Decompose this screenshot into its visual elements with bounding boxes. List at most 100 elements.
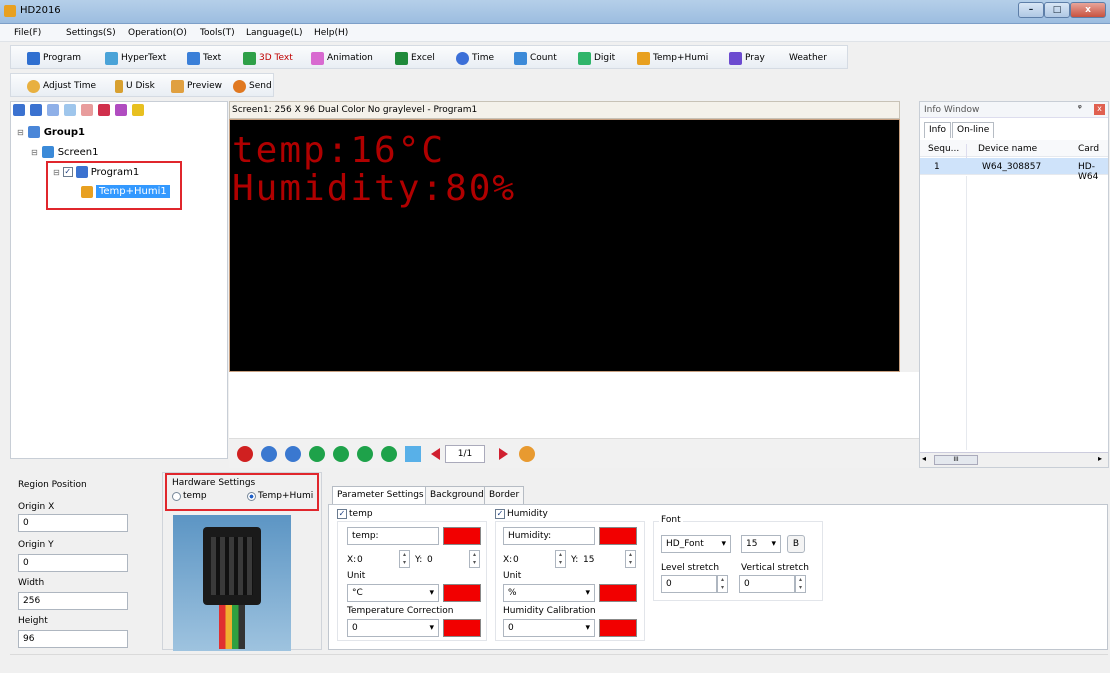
excel-button[interactable]: Excel	[395, 51, 435, 65]
arrow-right-icon[interactable]	[333, 446, 349, 462]
info-window: Info Window ᵠ x Info On-line Sequ... Dev…	[919, 101, 1109, 468]
temp-correction-select[interactable]: 0 ▾	[347, 619, 439, 637]
scroll-thumb[interactable]: III	[934, 455, 978, 465]
zoom-out-icon[interactable]	[285, 446, 301, 462]
scroll-right-icon[interactable]: ▸	[1098, 454, 1102, 463]
temp-x-spinner[interactable]: ▴ ▾	[399, 550, 410, 568]
origin-y-input[interactable]: 0	[18, 554, 128, 572]
tab-parameter-settings[interactable]: Parameter Settings	[332, 486, 429, 504]
time-button[interactable]: Time	[456, 51, 494, 65]
arrow-up-icon[interactable]	[357, 446, 373, 462]
add-group-icon[interactable]	[13, 104, 25, 116]
delete-icon[interactable]	[98, 104, 110, 116]
pause-icon[interactable]	[237, 446, 253, 462]
menu-language[interactable]: Language(L)	[246, 28, 302, 38]
arrow-left-icon[interactable]	[309, 446, 325, 462]
menu-operation[interactable]: Operation(O)	[128, 28, 187, 38]
menu-tools[interactable]: Tools(T)	[200, 28, 235, 38]
temp-y-spinner[interactable]: ▴ ▾	[469, 550, 480, 568]
humidity-x-spinner[interactable]: ▴ ▾	[555, 550, 566, 568]
temp-y-value[interactable]: 0	[427, 555, 433, 565]
prev-page-icon[interactable]	[431, 448, 440, 460]
bold-button[interactable]: B	[787, 535, 805, 553]
humidity-text-input[interactable]: Humidity:	[503, 527, 595, 545]
temp-text-color[interactable]	[443, 527, 481, 545]
level-stretch-spinner[interactable]: ▴ ▾	[717, 575, 728, 593]
temp-correction-color[interactable]	[443, 619, 481, 637]
temp-unit-select[interactable]: °C ▾	[347, 584, 439, 602]
temp-unit-color[interactable]	[443, 584, 481, 602]
move-up-icon[interactable]	[64, 104, 76, 116]
tree-program[interactable]: ⊟ ✓ Program1	[53, 166, 139, 178]
vertical-stretch-input[interactable]: 0	[739, 575, 795, 593]
origin-x-input[interactable]: 0	[18, 514, 128, 532]
sensor-wires	[219, 605, 245, 649]
animation-button[interactable]: Animation	[311, 51, 373, 65]
temp-checkbox[interactable]: ✓ temp	[337, 509, 373, 519]
check-all-icon[interactable]	[115, 104, 127, 116]
device-row[interactable]: 1 W64_308857 HD-W64	[920, 158, 1108, 182]
scroll-left-icon[interactable]: ◂	[922, 454, 926, 463]
next-page-icon[interactable]	[499, 448, 508, 460]
minimize-button[interactable]: –	[1018, 2, 1044, 18]
copy-icon[interactable]	[47, 104, 59, 116]
humidity-y-value[interactable]: 15	[583, 555, 594, 565]
u-disk-button[interactable]: U Disk	[115, 79, 155, 93]
preview-button[interactable]: Preview	[171, 79, 222, 93]
humidity-y-spinner[interactable]: ▴ ▾	[625, 550, 636, 568]
tab-info[interactable]: Info	[924, 122, 952, 138]
humidity-checkbox[interactable]: ✓ Humidity	[495, 509, 548, 519]
close-button[interactable]: x	[1070, 2, 1106, 18]
tree-screen[interactable]: ⊟ Screen1	[31, 146, 98, 158]
program-button[interactable]: Program	[27, 51, 81, 65]
hypertext-button[interactable]: HyperText	[105, 51, 166, 65]
led-preview-canvas[interactable]: temp:16°C Humidity:80%	[229, 119, 900, 372]
digit-button[interactable]: Digit	[578, 51, 615, 65]
vertical-stretch-spinner[interactable]: ▴ ▾	[795, 575, 806, 593]
close-icon[interactable]: x	[1094, 104, 1105, 115]
width-input[interactable]: 256	[18, 592, 128, 610]
move-icon[interactable]	[405, 446, 421, 462]
level-stretch-input[interactable]: 0	[661, 575, 717, 593]
tab-online[interactable]: On-line	[952, 122, 995, 138]
height-input[interactable]: 96	[18, 630, 128, 648]
adjust-time-button[interactable]: Adjust Time	[27, 79, 96, 93]
tab-background[interactable]: Background	[425, 486, 489, 504]
pin-icon[interactable]: ᵠ	[1078, 104, 1082, 114]
humidity-unit-select[interactable]: % ▾	[503, 584, 595, 602]
program-checkbox[interactable]: ✓	[62, 167, 73, 177]
arrow-down-icon[interactable]	[381, 446, 397, 462]
temp-x-value[interactable]: 0	[357, 555, 363, 565]
tab-border[interactable]: Border	[484, 486, 525, 504]
temp-humi-button[interactable]: Temp+Humi	[637, 51, 708, 65]
humidity-unit-color[interactable]	[599, 584, 637, 602]
send-button[interactable]: Send	[233, 79, 272, 93]
humidity-x-value[interactable]: 0	[513, 555, 519, 565]
menu-file[interactable]: File(F)	[14, 28, 41, 38]
3d-text-button[interactable]: 3D Text	[243, 51, 293, 65]
text-button[interactable]: Text	[187, 51, 221, 65]
tree-group[interactable]: ⊟ Group1	[17, 126, 85, 138]
maximize-button[interactable]: □	[1044, 2, 1070, 18]
humidity-calibration-select[interactable]: 0 ▾	[503, 619, 595, 637]
humidity-text-color[interactable]	[599, 527, 637, 545]
tree-temp-humi-item[interactable]: Temp+Humi1	[81, 185, 170, 198]
weather-button[interactable]: Weather	[789, 51, 827, 65]
add-screen-icon[interactable]	[30, 104, 42, 116]
pray-button[interactable]: Pray	[729, 51, 765, 65]
menu-help[interactable]: Help(H)	[314, 28, 348, 38]
font-size-select[interactable]: 15 ▾	[741, 535, 781, 553]
count-button[interactable]: Count	[514, 51, 557, 65]
font-select[interactable]: HD_Font ▾	[661, 535, 731, 553]
settings-icon[interactable]	[519, 446, 535, 462]
horizontal-scrollbar[interactable]: ◂ III ▸	[920, 452, 1108, 467]
humidity-calibration-color[interactable]	[599, 619, 637, 637]
menu-settings[interactable]: Settings(S)	[66, 28, 116, 38]
temp-text-input[interactable]: temp:	[347, 527, 439, 545]
search-icon[interactable]	[132, 104, 144, 116]
zoom-in-icon[interactable]	[261, 446, 277, 462]
count-icon	[514, 51, 527, 65]
move-down-icon[interactable]	[81, 104, 93, 116]
radio-temp-humi[interactable]: Temp+Humi	[247, 491, 313, 501]
radio-temp[interactable]: temp	[172, 491, 207, 501]
